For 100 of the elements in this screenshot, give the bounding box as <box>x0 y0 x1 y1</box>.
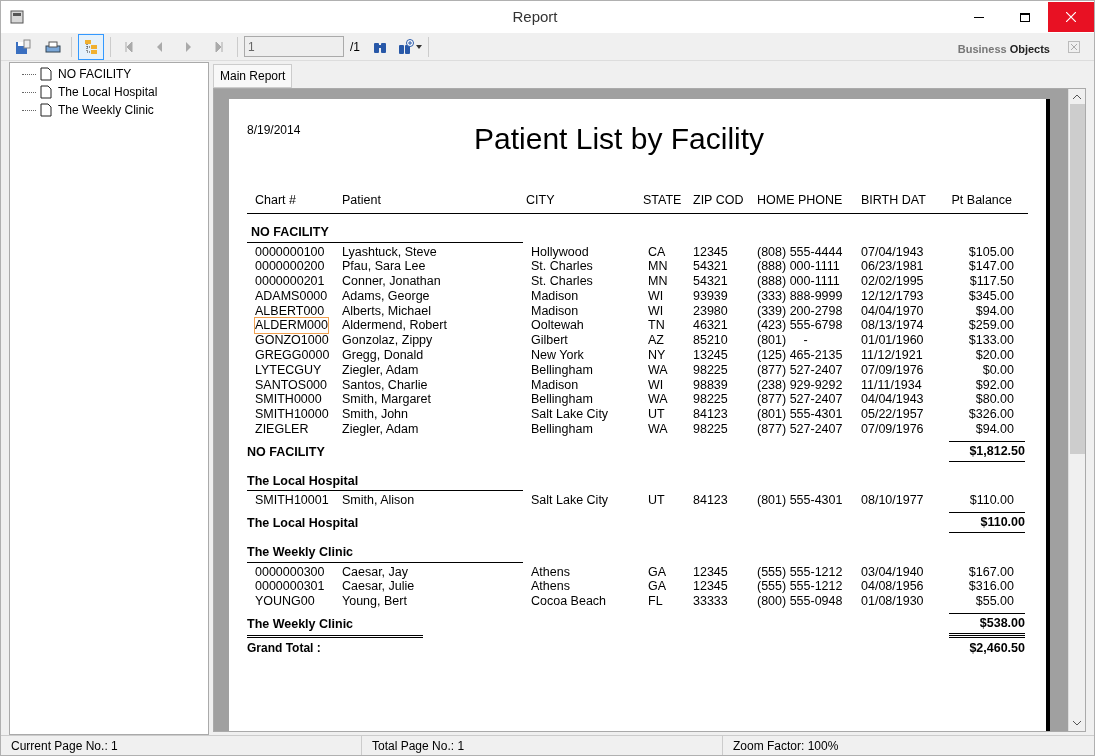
table-cell-text: (238) 929-9292 <box>757 377 844 393</box>
table-cell: 0000000201 <box>255 274 325 289</box>
table-cell-text: Madison <box>531 303 580 319</box>
group-footer: The Local Hospital <box>247 514 359 533</box>
table-cell-text: Madison <box>531 288 580 304</box>
column-header: ZIP COD <box>693 192 745 209</box>
table-cell-text: $110.00 <box>968 493 1014 509</box>
table-cell-text: Ooltewah <box>531 318 585 334</box>
report-tab[interactable]: Main Report <box>213 64 293 88</box>
table-cell-text: Athens <box>531 579 571 595</box>
table-cell-text: (801) 555-4301 <box>757 493 844 509</box>
table-cell-text: GA <box>648 564 668 580</box>
table-cell-text: 11/11/1934 <box>861 377 923 393</box>
table-cell-text: 12345 <box>693 579 729 595</box>
status-text: Current Page No.: 1 <box>1 736 362 755</box>
table-cell-text: 04/08/1956 <box>861 579 925 595</box>
table-cell-text: $92.00 <box>974 377 1014 393</box>
table-cell: ZIEGLER <box>255 422 309 437</box>
table-cell-text: WA <box>648 422 669 437</box>
tree-icon <box>83 38 99 55</box>
table-cell-text: (125) 465-2135 <box>757 348 844 363</box>
table-cell-text: 85210 <box>693 333 729 349</box>
table-cell: 0000000301 <box>255 579 325 595</box>
vertical-scrollbar[interactable] <box>1068 89 1085 731</box>
table-cell-text: Cocoa Beach <box>531 594 608 610</box>
table-cell-text: WI <box>648 377 665 393</box>
table-cell-text: 06/23/1981 <box>861 259 925 275</box>
table-cell-text: Aldermend, Robert <box>342 318 448 334</box>
table-cell-text: Hollywood <box>531 244 590 260</box>
table-cell-text: MN <box>648 259 669 275</box>
table-cell-text: 84123 <box>693 493 729 509</box>
table-cell-text: 98225 <box>693 392 729 408</box>
table-cell-text: Salt Lake City <box>531 407 610 423</box>
table-cell-text: MN <box>648 274 669 289</box>
table-cell: SANTOS000 <box>255 377 328 393</box>
table-cell-text: $94.00 <box>974 303 1014 319</box>
table-cell-text: Bellingham <box>531 422 594 437</box>
table-cell-text: 33333 <box>693 594 729 610</box>
table-cell-text: (877) 527-2407 <box>757 362 844 378</box>
scrollbar-thumb[interactable] <box>1069 104 1085 454</box>
table-cell: ALBERT000 <box>255 303 325 319</box>
page-number-field[interactable]: 1 <box>244 36 344 57</box>
table-cell-text: 07/04/1943 <box>861 244 925 260</box>
close-icon <box>1071 43 1077 50</box>
table-cell-text: 54321 <box>693 274 729 289</box>
caret-icon <box>416 44 422 49</box>
table-cell-text: Gonzolaz, Zippy <box>342 333 434 349</box>
table-cell-text: Caesar, Jay <box>342 564 409 580</box>
table-cell-text: (877) 527-2407 <box>757 422 844 437</box>
table-cell-text: 04/04/1943 <box>861 392 925 408</box>
table-cell-text: UT <box>648 407 666 423</box>
table-cell-text: Young, Bert <box>342 594 408 610</box>
group-header: The Weekly Clinic <box>247 544 354 559</box>
table-cell-text: Caesar, Julie <box>342 579 416 595</box>
table-cell-text: Conner, Jonathan <box>342 274 442 289</box>
table-cell-text: Alberts, Michael <box>342 303 432 319</box>
table-cell-text: Smith, Alison <box>342 493 416 509</box>
floppy-disk-icon <box>15 38 31 55</box>
table-cell-text: 05/22/1957 <box>861 407 925 423</box>
table-cell: 0000000200 <box>255 259 325 275</box>
table-cell-text: 03/04/1940 <box>861 564 925 580</box>
table-cell: SMITH10001 <box>255 493 329 509</box>
tree-item[interactable]: NO FACILITY <box>58 65 132 83</box>
table-cell-text: 02/02/1995 <box>861 274 925 289</box>
page-total: /1 <box>350 38 360 56</box>
group-footer: The Weekly Clinic <box>247 615 354 634</box>
table-cell-text: 08/10/1977 <box>861 493 925 509</box>
table-cell-text: 01/08/1930 <box>861 594 925 610</box>
column-header: Pt Balance <box>950 192 1013 209</box>
table-cell-text: 93939 <box>693 288 729 304</box>
group-total: $1,812.50 <box>949 440 1025 462</box>
table-cell-text: St. Charles <box>531 259 594 275</box>
table-cell-text: (801) - <box>757 333 809 349</box>
table-cell-text: $55.00 <box>974 594 1014 610</box>
table-cell-text: Pfau, Sara Lee <box>342 259 427 275</box>
group-tree-toggle[interactable] <box>78 33 104 60</box>
table-cell-text: (888) 000-1111 <box>757 259 841 275</box>
table-cell: SMITH10000 <box>255 407 329 423</box>
table-cell-text: 12345 <box>693 244 729 260</box>
logo: Business Objects <box>957 42 1050 58</box>
table-cell-text: 08/13/1974 <box>861 318 925 334</box>
table-cell-text: Ziegler, Adam <box>342 362 420 378</box>
first-page-icon <box>125 41 133 52</box>
table-cell-text: (555) 555-1212 <box>757 579 844 595</box>
table-cell-text: $259.00 <box>967 318 1014 334</box>
tree-item[interactable]: The Weekly Clinic <box>58 101 154 119</box>
table-cell: 0000000300 <box>255 564 325 580</box>
close-button[interactable] <box>1068 40 1080 53</box>
table-cell-text: Gilbert <box>531 333 569 349</box>
group-total: $110.00 <box>949 512 1025 533</box>
grand-total-label: Grand Total : <box>247 634 423 657</box>
table-cell-text: $20.00 <box>974 348 1014 363</box>
scroll-down-icon <box>1073 721 1081 726</box>
tree-item[interactable]: The Local Hospital <box>58 83 158 101</box>
table-cell-text: (333) 888-9999 <box>757 288 844 304</box>
table-cell-text: 07/09/1976 <box>861 362 925 378</box>
table-cell-text: 84123 <box>693 407 729 423</box>
table-cell: ALDERM000 <box>255 318 328 334</box>
report-title: Patient List by Facility <box>474 121 765 157</box>
last-page-icon <box>215 41 223 52</box>
